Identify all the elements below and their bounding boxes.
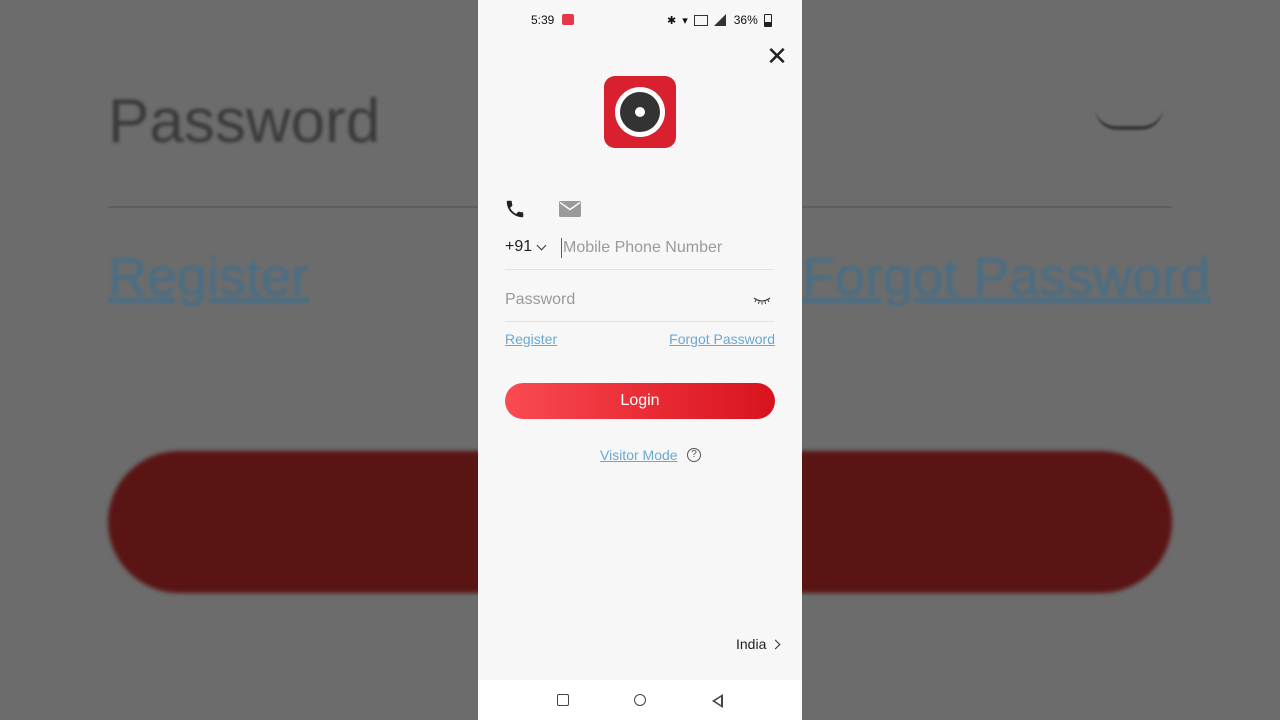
nav-recents-icon[interactable]	[557, 694, 569, 706]
battery-percent: 36%	[733, 13, 758, 27]
nav-home-icon[interactable]	[634, 694, 646, 706]
region-selector[interactable]: India	[736, 636, 781, 652]
signal-icon	[713, 14, 726, 26]
mail-icon	[559, 201, 581, 217]
background-forgot-text: Forgot Password	[802, 247, 1211, 307]
bluetooth-icon: ✱	[667, 14, 677, 27]
password-input[interactable]	[505, 290, 735, 310]
help-icon[interactable]: ?	[687, 448, 701, 462]
phone-login-tab[interactable]	[504, 198, 526, 220]
screen-record-icon	[562, 14, 574, 25]
chevron-right-icon	[770, 639, 781, 649]
status-time: 5:39	[531, 13, 555, 27]
vowifi-icon	[693, 14, 708, 26]
country-code-selector[interactable]: +91	[505, 238, 547, 256]
wifi-icon: ▾	[682, 14, 688, 27]
nav-back-icon[interactable]	[712, 694, 723, 708]
logo-ring	[615, 87, 665, 137]
login-button[interactable]: Login	[505, 383, 775, 419]
status-bar: 5:39 ✱ ▾ 36%	[478, 0, 802, 34]
close-icon[interactable]: ✕	[765, 43, 789, 69]
register-link[interactable]: Register	[505, 331, 557, 347]
region-label: India	[736, 636, 767, 652]
phone-icon	[506, 200, 524, 218]
phone-screen: 5:39 ✱ ▾ 36% ✕ +91 Mobile Phone Number R…	[478, 0, 802, 720]
battery-icon	[763, 13, 772, 27]
app-logo	[604, 76, 676, 148]
background-register-text: Register	[108, 247, 310, 307]
system-nav-bar	[478, 680, 802, 720]
eye-closed-icon[interactable]	[753, 296, 771, 306]
country-code-value: +91	[505, 238, 533, 255]
chevron-down-icon	[536, 240, 547, 250]
phone-field: +91	[505, 232, 774, 270]
logo-lens	[620, 92, 660, 132]
forgot-password-link[interactable]: Forgot Password	[669, 331, 775, 347]
email-login-tab[interactable]	[558, 200, 582, 218]
phone-number-input[interactable]	[561, 238, 773, 258]
background-password-text: Password	[108, 87, 381, 156]
status-icons: ✱ ▾ 36%	[667, 13, 772, 27]
visitor-mode-link[interactable]: Visitor Mode	[600, 447, 678, 463]
password-field	[505, 284, 774, 322]
logo-dot	[635, 107, 645, 117]
